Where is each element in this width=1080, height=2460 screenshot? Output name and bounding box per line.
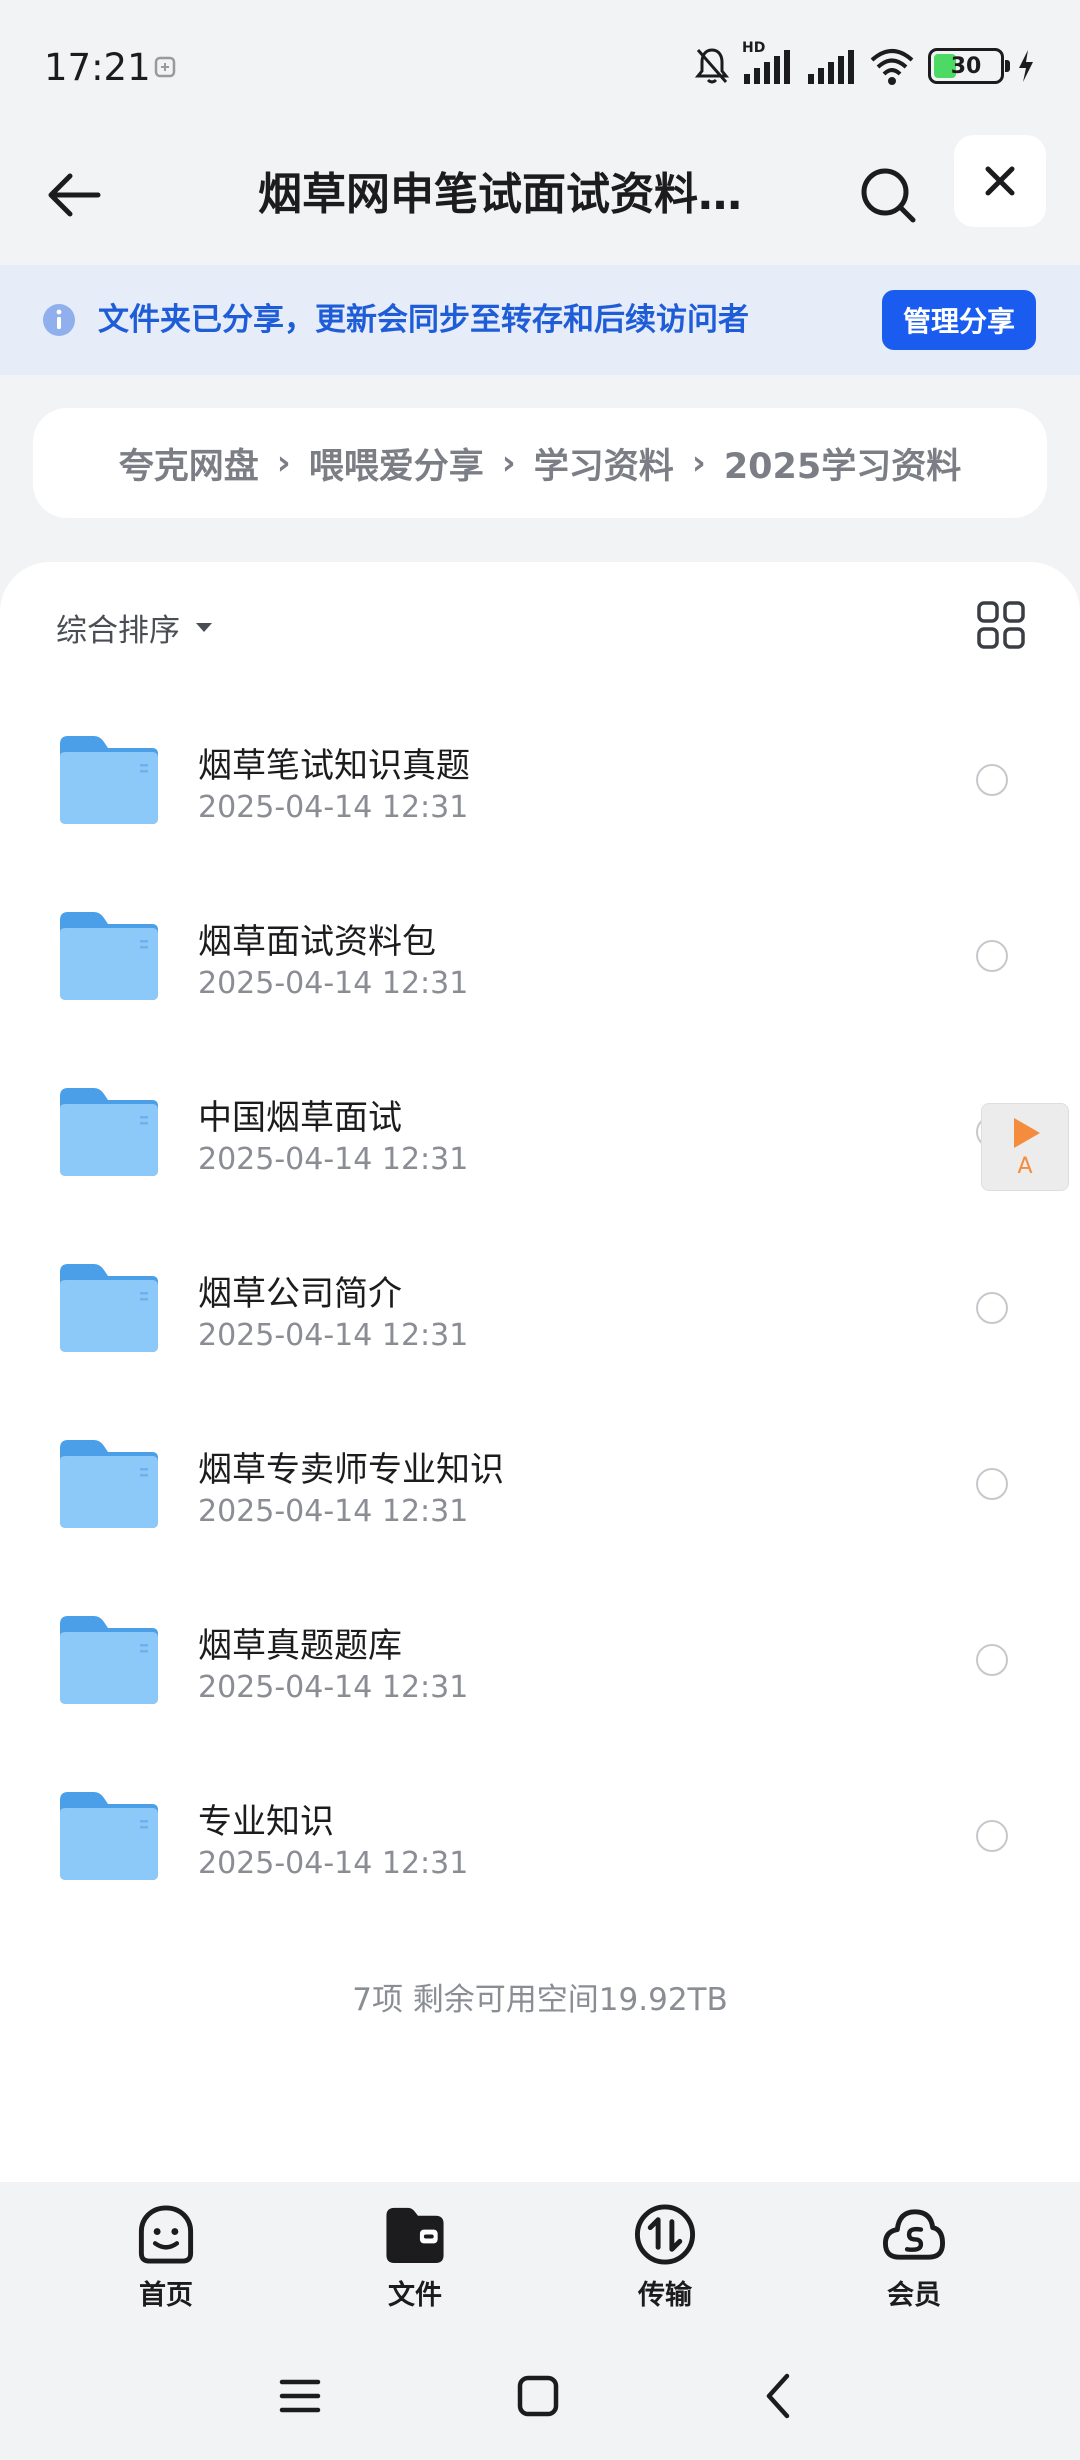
file-date: 2025-04-14 12:31 bbox=[198, 1142, 469, 1177]
nav-menu-button[interactable] bbox=[270, 2366, 330, 2426]
signal-icon-2 bbox=[808, 50, 854, 84]
file-name: 烟草笔试知识真题 bbox=[198, 746, 470, 786]
folder-icon bbox=[60, 736, 158, 824]
file-name: 中国烟草面试 bbox=[198, 1098, 402, 1138]
signal-hd: HD bbox=[742, 40, 794, 86]
file-date: 2025-04-14 12:31 bbox=[198, 1494, 469, 1529]
file-date: 2025-04-14 12:31 bbox=[198, 1318, 469, 1353]
file-list-item[interactable]: 中国烟草面试 2025-04-14 12:31 bbox=[0, 1034, 1080, 1210]
folder-icon bbox=[386, 2207, 444, 2264]
tab-label: 会员 bbox=[887, 2280, 941, 2311]
share-banner: 文件夹已分享，更新会同步至转存和后续访问者 管理分享 bbox=[0, 265, 1080, 375]
floating-play-widget[interactable]: A bbox=[981, 1103, 1069, 1191]
menu-icon bbox=[279, 2379, 321, 2413]
folder-icon bbox=[60, 1792, 158, 1880]
tab-label: 传输 bbox=[638, 2280, 692, 2311]
charging-bolt-icon bbox=[1019, 50, 1033, 82]
battery-icon: 30 bbox=[928, 48, 1010, 84]
sort-label: 综合排序 bbox=[56, 612, 180, 649]
file-list-item[interactable]: 烟草笔试知识真题 2025-04-14 12:31 bbox=[0, 682, 1080, 858]
screen: 17:21 HD 30 烟草网申笔试面试资料… 文件夹已分享，更新会同步至转存和… bbox=[0, 0, 1080, 2460]
breadcrumb-separator: › bbox=[691, 443, 706, 483]
file-name: 烟草真题题库 bbox=[198, 1626, 402, 1666]
folder-icon bbox=[60, 1088, 158, 1176]
folder-icon bbox=[60, 1264, 158, 1352]
nav-home-button[interactable] bbox=[508, 2366, 568, 2426]
square-home-icon bbox=[517, 2375, 559, 2417]
file-list-item[interactable]: 专业知识 2025-04-14 12:31 bbox=[0, 1738, 1080, 1914]
breadcrumb-item-quark-drive[interactable]: 夸克网盘 bbox=[119, 438, 259, 489]
status-bar: 17:21 HD 30 bbox=[0, 0, 1080, 135]
page-title: 烟草网申笔试面试资料… bbox=[258, 169, 742, 220]
status-icons: HD 30 bbox=[694, 40, 1036, 88]
battery-level: 30 bbox=[950, 53, 982, 79]
file-date: 2025-04-14 12:31 bbox=[198, 966, 469, 1001]
select-radio[interactable] bbox=[976, 940, 1008, 972]
member-cloud-icon bbox=[882, 2209, 946, 2260]
file-name: 专业知识 bbox=[198, 1802, 334, 1842]
search-icon bbox=[861, 168, 916, 223]
storage-summary: 7项 剩余可用空间19.92TB bbox=[352, 1982, 728, 2018]
folder-icon bbox=[60, 1440, 158, 1528]
system-navigation-bar bbox=[0, 2340, 1080, 2460]
breadcrumb-item-current[interactable]: 2025学习资料 bbox=[724, 438, 961, 489]
arrow-left-icon bbox=[48, 173, 101, 217]
info-icon bbox=[43, 304, 75, 336]
tab-transfer[interactable]: 传输 bbox=[595, 2202, 735, 2312]
status-time: 17:21 bbox=[44, 46, 151, 89]
tab-label: 文件 bbox=[388, 2280, 442, 2311]
breadcrumb-separator: › bbox=[501, 443, 516, 483]
close-button[interactable] bbox=[954, 135, 1046, 227]
chevron-left-icon bbox=[766, 2373, 790, 2419]
breadcrumb: 夸克网盘 › 喂喂爱分享 › 学习资料 › 2025学习资料 bbox=[33, 408, 1047, 518]
grid-view-icon[interactable] bbox=[976, 600, 1026, 650]
close-icon bbox=[985, 166, 1015, 196]
breadcrumb-item-share[interactable]: 喂喂爱分享 bbox=[309, 438, 484, 489]
share-banner-text: 文件夹已分享，更新会同步至转存和后续访问者 bbox=[98, 302, 749, 338]
file-panel: 综合排序 烟草笔试知识真题 2025-04-14 12:31 烟草面试资料包 2… bbox=[0, 562, 1080, 2182]
select-radio[interactable] bbox=[976, 764, 1008, 796]
tab-label: 首页 bbox=[139, 2280, 193, 2311]
bottom-tab-bar: 首页 文件 传输 会员 bbox=[0, 2182, 1080, 2322]
breadcrumb-item-study[interactable]: 学习资料 bbox=[534, 438, 674, 489]
breadcrumb-separator: › bbox=[276, 443, 291, 483]
caret-down-icon bbox=[196, 623, 212, 632]
file-list-item[interactable]: 烟草公司简介 2025-04-14 12:31 bbox=[0, 1210, 1080, 1386]
file-name: 烟草公司简介 bbox=[198, 1274, 402, 1314]
select-radio[interactable] bbox=[976, 1468, 1008, 1500]
play-icon bbox=[1014, 1118, 1040, 1148]
file-date: 2025-04-14 12:31 bbox=[198, 1670, 469, 1705]
tab-files[interactable]: 文件 bbox=[345, 2202, 485, 2312]
file-list-item[interactable]: 烟草真题题库 2025-04-14 12:31 bbox=[0, 1562, 1080, 1738]
tab-member[interactable]: 会员 bbox=[844, 2202, 984, 2312]
file-name: 烟草专卖师专业知识 bbox=[198, 1450, 504, 1490]
select-radio[interactable] bbox=[976, 1644, 1008, 1676]
file-name: 烟草面试资料包 bbox=[198, 922, 436, 962]
file-list: 烟草笔试知识真题 2025-04-14 12:31 烟草面试资料包 2025-0… bbox=[0, 682, 1080, 1914]
file-list-item[interactable]: 烟草面试资料包 2025-04-14 12:31 bbox=[0, 858, 1080, 1034]
signal-icon bbox=[744, 50, 790, 84]
folder-icon bbox=[60, 1616, 158, 1704]
home-face-icon bbox=[138, 2205, 194, 2264]
file-date: 2025-04-14 12:31 bbox=[198, 790, 469, 825]
select-radio[interactable] bbox=[976, 1292, 1008, 1324]
floating-widget-letter: A bbox=[1017, 1154, 1033, 1179]
mute-bell-icon bbox=[694, 48, 730, 84]
nav-back-button[interactable] bbox=[748, 2366, 808, 2426]
select-radio[interactable] bbox=[976, 1820, 1008, 1852]
sort-dropdown[interactable]: 综合排序 bbox=[56, 602, 214, 652]
search-button[interactable] bbox=[850, 157, 926, 233]
notification-app-icon bbox=[154, 56, 176, 78]
file-date: 2025-04-14 12:31 bbox=[198, 1846, 469, 1881]
folder-icon bbox=[60, 912, 158, 1000]
file-list-item[interactable]: 烟草专卖师专业知识 2025-04-14 12:31 bbox=[0, 1386, 1080, 1562]
manage-share-button[interactable]: 管理分享 bbox=[882, 290, 1036, 350]
wifi-icon bbox=[870, 49, 914, 85]
title-bar: 烟草网申笔试面试资料… bbox=[0, 135, 1080, 265]
transfer-icon bbox=[634, 2204, 696, 2265]
back-button[interactable] bbox=[36, 157, 112, 233]
tab-home[interactable]: 首页 bbox=[96, 2202, 236, 2312]
